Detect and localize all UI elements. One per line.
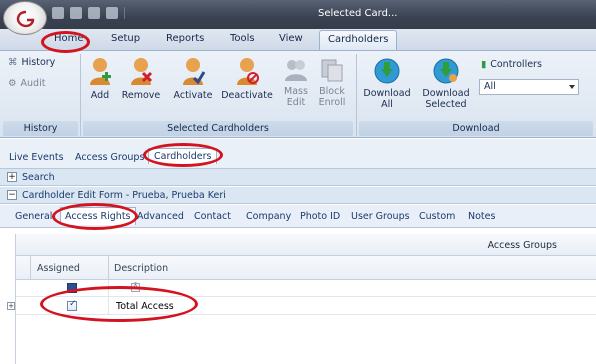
edit-form-tabs: General Access Rights Advanced Contact C… [0, 205, 596, 228]
expand-row-icon[interactable]: + [7, 302, 15, 310]
history-button[interactable]: ⌘ History [8, 57, 55, 68]
save-icon[interactable] [52, 7, 64, 19]
toolbar-separator [124, 7, 125, 19]
table-row[interactable]: + Total Access [7, 297, 596, 315]
group-label-selected-cardholders: Selected Cardholders [83, 121, 353, 136]
block-enroll-label-line1: Block [319, 86, 345, 97]
tab-view[interactable]: View [279, 33, 303, 44]
remove-label: Remove [121, 90, 161, 101]
subtab-company[interactable]: Company [246, 211, 291, 222]
column-separator [108, 256, 109, 280]
users-icon[interactable] [88, 7, 100, 19]
description-cell: Total Access [116, 301, 174, 312]
edit-form-title: Cardholder Edit Form - Prueba, Prueba Ke… [22, 190, 226, 201]
search-panel-header[interactable]: + Search [0, 169, 596, 186]
group-label-history: History [3, 121, 78, 136]
download-all-icon [374, 58, 400, 84]
history-icon: ⌘ [8, 57, 18, 68]
back-icon[interactable] [106, 7, 118, 19]
controllers-text: Controllers [490, 59, 542, 70]
subtab-user-groups[interactable]: User Groups [351, 211, 410, 222]
nav-tab-access-groups[interactable]: Access Groups [75, 152, 144, 163]
subtab-general[interactable]: General [15, 211, 52, 222]
deactivate-label: Deactivate [221, 90, 273, 101]
assigned-checkbox[interactable] [67, 299, 77, 311]
nav-tab-live-events[interactable]: Live Events [9, 152, 64, 163]
activate-user-icon [183, 58, 206, 85]
tab-cardholders[interactable]: Cardholders [319, 30, 398, 50]
chevron-down-icon [569, 85, 575, 89]
column-separator [30, 256, 31, 280]
app-menu-button[interactable] [3, 1, 47, 35]
tab-reports[interactable]: Reports [166, 33, 204, 44]
grid-group-header: Access Groups [16, 234, 596, 256]
mass-edit-label-line1: Mass [284, 86, 308, 97]
grid-filter-row: Ā [16, 280, 596, 297]
history-label: History [21, 57, 56, 68]
subtab-notes[interactable]: Notes [468, 211, 495, 222]
controllers-dropdown[interactable]: All [479, 79, 579, 95]
ribbon-tab-bar: Home Setup Reports Tools View Cardholder… [0, 29, 596, 50]
add-user-icon [90, 58, 111, 85]
group-separator [356, 54, 357, 136]
quick-access-toolbar [52, 7, 125, 19]
controllers-label: ▮ Controllers [481, 59, 542, 70]
collapse-icon[interactable]: − [7, 190, 17, 200]
audit-button[interactable]: ⚙ Audit [8, 78, 45, 89]
activate-button[interactable]: Activate [171, 57, 215, 101]
column-header-assigned[interactable]: Assigned [37, 263, 80, 274]
download-all-label-line1: Download [363, 88, 411, 99]
subtab-access-rights[interactable]: Access Rights [60, 207, 136, 225]
assigned-filter-checkbox[interactable] [67, 283, 77, 293]
deactivate-button[interactable]: Deactivate [221, 57, 273, 101]
download-selected-icon [433, 58, 459, 84]
audit-label: Audit [20, 78, 46, 89]
grid-column-headers: Assigned Description [16, 256, 596, 280]
mass-edit-icon [285, 60, 307, 81]
remove-button[interactable]: Remove [121, 57, 161, 101]
add-label: Add [90, 90, 110, 101]
cell-divider [108, 280, 109, 315]
column-header-description[interactable]: Description [114, 263, 168, 274]
tab-setup[interactable]: Setup [111, 33, 140, 44]
group-separator [80, 54, 81, 136]
controllers-selected-value: All [484, 81, 496, 92]
navigation-tabs: Live Events Access Groups Cardholders [0, 139, 596, 169]
access-groups-grid: Access Groups Assigned Description Ā + T… [7, 234, 596, 364]
remove-user-icon [131, 58, 153, 85]
ribbon: ⌘ History ⚙ Audit History Add Remove Act… [0, 50, 596, 138]
mass-edit-label-line2: Edit [286, 97, 306, 108]
deactivate-user-icon [237, 58, 259, 85]
app-logo-icon [16, 10, 36, 32]
subtab-contact[interactable]: Contact [194, 211, 231, 222]
filter-icon[interactable]: Ā [131, 283, 140, 292]
activate-label: Activate [173, 90, 213, 101]
block-enroll-label-line2: Enroll [318, 97, 346, 108]
title-bar: Selected Card... [0, 0, 596, 29]
search-label: Search [22, 172, 55, 183]
edit-form-header[interactable]: − Cardholder Edit Form - Prueba, Prueba … [0, 187, 596, 204]
download-selected-button[interactable]: Download Selected [420, 57, 472, 110]
mass-edit-button[interactable]: Mass Edit [279, 57, 313, 108]
nav-tab-cardholders[interactable]: Cardholders [148, 148, 218, 164]
group-label-download: Download [359, 121, 593, 136]
add-button[interactable]: Add [86, 57, 114, 101]
print-icon[interactable] [70, 7, 82, 19]
block-enroll-button[interactable]: Block Enroll [315, 57, 349, 108]
block-enroll-icon [321, 59, 343, 82]
audit-icon: ⚙ [8, 78, 17, 89]
controller-icon: ▮ [481, 59, 487, 70]
subtab-custom[interactable]: Custom [419, 211, 455, 222]
subtab-advanced[interactable]: Advanced [137, 211, 184, 222]
subtab-photo-id[interactable]: Photo ID [300, 211, 340, 222]
download-selected-label-line1: Download [422, 88, 470, 99]
window-title: Selected Card... [318, 8, 398, 19]
expand-icon[interactable]: + [7, 172, 17, 182]
download-all-button[interactable]: Download All [362, 57, 412, 110]
download-all-label-line2: All [381, 99, 393, 110]
tab-tools[interactable]: Tools [230, 33, 255, 44]
download-selected-label-line2: Selected [425, 99, 467, 110]
grid-group-header-label: Access Groups [487, 240, 557, 251]
tab-home[interactable]: Home [54, 33, 84, 44]
